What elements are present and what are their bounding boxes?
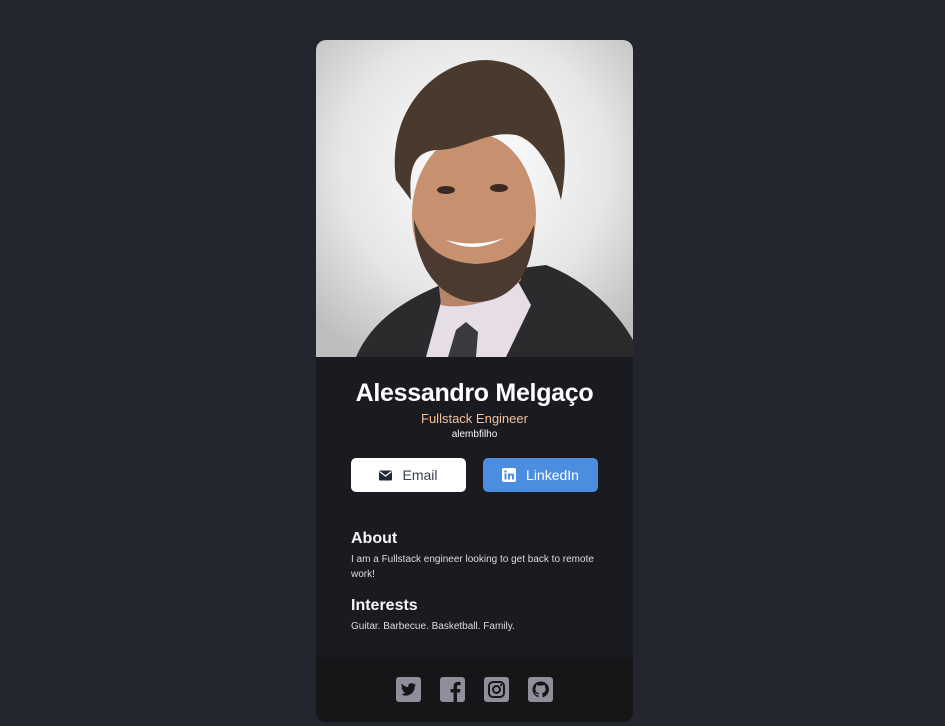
instagram-icon[interactable] [484, 677, 509, 702]
profile-photo [316, 40, 633, 357]
email-button[interactable]: Email [351, 458, 466, 492]
linkedin-button[interactable]: LinkedIn [483, 458, 598, 492]
social-footer [316, 657, 633, 722]
profile-handle: alembfilho [451, 429, 498, 440]
twitter-icon[interactable] [396, 677, 421, 702]
profile-name: Alessandro Melgaço [355, 379, 594, 407]
interests-title: Interests [351, 597, 418, 614]
facebook-icon[interactable] [440, 677, 465, 702]
profile-info: Alessandro Melgaço Fullstack Engineer al… [316, 357, 633, 632]
linkedin-button-label: LinkedIn [526, 467, 579, 483]
about-section: About I am a Fullstack engineer looking … [351, 529, 601, 582]
linkedin-icon [502, 468, 517, 482]
profile-role: Fullstack Engineer [421, 411, 528, 426]
interests-section: Interests Guitar. Barbecue. Basketball. … [351, 596, 601, 634]
contact-buttons: Email LinkedIn [351, 458, 598, 492]
mail-icon [379, 470, 393, 481]
about-text: I am a Fullstack engineer looking to get… [351, 554, 594, 580]
profile-card: Alessandro Melgaço Fullstack Engineer al… [316, 40, 633, 722]
email-button-label: Email [402, 467, 438, 483]
about-title: About [351, 530, 398, 547]
interests-text: Guitar. Barbecue. Basketball. Family. [351, 621, 515, 632]
github-icon[interactable] [528, 677, 553, 702]
